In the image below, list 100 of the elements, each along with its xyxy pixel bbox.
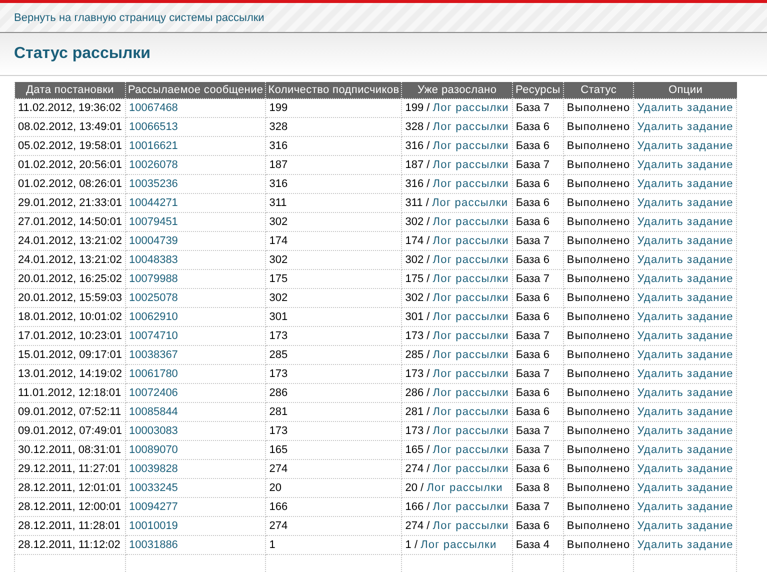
log-link[interactable]: Лог рассылки [432,159,509,171]
log-link[interactable]: Лог рассылки [426,482,503,494]
resource-cell: База 6 [512,174,564,194]
subscribers-cell: 187 [266,156,402,174]
date-cell: 28.12.2011, 12:00:01 [14,498,126,516]
date-cell: 09.01.2012, 07:52:11 [14,402,126,422]
log-link[interactable]: Лог рассылки [432,273,509,285]
resource-cell: База 6 [512,346,564,364]
resource-cell: База 6 [512,288,564,308]
sent-count: 301 / [405,311,430,323]
sent-count: 174 / [405,235,430,247]
sent-count: 316 / [405,140,430,152]
date-cell: 20.01.2012, 16:25:02 [14,270,126,288]
resource-cell: База 6 [512,136,564,156]
resource-cell: База 7 [512,270,564,288]
log-link[interactable]: Лог рассылки [432,178,509,190]
date-cell: 11.02.2012, 19:36:02 [14,98,126,118]
status-cell: Выполнено [563,326,634,346]
resource-cell: База 6 [512,194,564,212]
sent-count: 316 / [405,178,430,190]
date-cell: 29.01.2012, 21:33:01 [14,194,126,212]
status-cell: Выполнено [563,288,634,308]
status-cell: Выполнено [563,308,634,326]
subscribers-cell: 328 [266,118,402,136]
date-cell: 18.01.2012, 10:01:02 [14,308,126,326]
resource-cell: База 6 [512,384,564,402]
date-cell: 01.02.2012, 08:26:01 [14,174,126,194]
log-link[interactable]: Лог рассылки [432,311,509,323]
subscribers-cell: 1 [266,536,402,554]
log-link[interactable]: Лог рассылки [432,102,509,114]
log-link[interactable]: Лог рассылки [432,520,509,532]
resource-cell: База 7 [512,498,564,516]
sent-count: 173 / [405,425,430,437]
date-cell: 27.01.2012, 14:50:01 [14,212,126,232]
log-link[interactable]: Лог рассылки [432,235,509,247]
date-cell: 28.12.2011, 11:28:01 [14,516,126,536]
log-link[interactable]: Лог рассылки [432,349,509,361]
back-link[interactable]: Вернуть на главную страницу системы рассылки [14,12,264,24]
subscribers-cell: 311 [266,194,402,212]
log-link[interactable]: Лог рассылки [432,444,509,456]
sent-count: 302 / [405,254,430,266]
date-cell: 30.12.2011, 08:31:01 [14,440,126,460]
resource-cell: База 6 [512,308,564,326]
status-cell: Выполнено [563,232,634,250]
log-link[interactable]: Лог рассылки [432,197,508,209]
date-cell: 29.12.2011, 11:27:01 [14,460,126,478]
log-link[interactable]: Лог рассылки [432,140,509,152]
status-cell: Выполнено [563,364,634,384]
log-link[interactable]: Лог рассылки [432,330,509,342]
resource-cell: База 6 [512,460,564,478]
column-header: Ресурсы [512,82,564,98]
column-header: Уже разослано [402,82,512,98]
log-link[interactable]: Лог рассылки [432,368,509,380]
status-cell: Выполнено [563,212,634,232]
status-cell: Выполнено [563,346,634,364]
status-cell: Выполнено [563,478,634,498]
subscribers-cell: 281 [266,402,402,422]
subscribers-cell: 302 [266,288,402,308]
log-link[interactable]: Лог рассылки [432,121,509,133]
date-cell: 24.01.2012, 13:21:02 [14,232,126,250]
log-link[interactable]: Лог рассылки [432,406,509,418]
log-link[interactable]: Лог рассылки [432,254,509,266]
sent-count: 311 / [405,197,429,209]
subscribers-cell: 302 [266,212,402,232]
status-cell: Выполнено [563,498,634,516]
resource-cell: База 7 [512,364,564,384]
date-cell: 20.01.2012, 15:59:03 [14,288,126,308]
sent-count: 187 / [405,159,430,171]
log-link[interactable]: Лог рассылки [432,216,509,228]
sent-count: 274 / [405,463,430,475]
status-cell: Выполнено [563,270,634,288]
subscribers-cell: 173 [266,326,402,346]
date-cell: 13.01.2012, 14:19:02 [14,364,126,384]
resource-cell: База 7 [512,156,564,174]
sent-count: 1 / [405,539,418,551]
sent-count: 281 / [405,406,430,418]
date-cell: 05.02.2012, 19:58:01 [14,136,126,156]
log-link[interactable]: Лог рассылки [432,463,509,475]
subscribers-cell: 166 [266,498,402,516]
sent-count: 173 / [405,330,430,342]
resource-cell: База 7 [512,232,564,250]
status-cell: Выполнено [563,136,634,156]
subscribers-cell: 274 [266,460,402,478]
status-cell: Выполнено [563,516,634,536]
sent-count: 285 / [405,349,430,361]
subscribers-cell: 173 [266,364,402,384]
log-link[interactable]: Лог рассылки [432,501,509,513]
status-cell: Выполнено [563,440,634,460]
date-cell: 01.02.2012, 20:56:01 [14,156,126,174]
status-cell: Выполнено [563,156,634,174]
date-cell: 09.01.2012, 07:49:01 [14,422,126,440]
log-link[interactable]: Лог рассылки [432,387,509,399]
sent-count: 274 / [405,520,430,532]
log-link[interactable]: Лог рассылки [432,425,509,437]
log-link[interactable]: Лог рассылки [420,539,497,551]
resource-cell: База 6 [512,212,564,232]
subscribers-cell: 285 [266,346,402,364]
log-link[interactable]: Лог рассылки [432,292,509,304]
column-header: Дата постановки [14,82,126,98]
date-cell: 24.01.2012, 13:21:02 [14,250,126,270]
